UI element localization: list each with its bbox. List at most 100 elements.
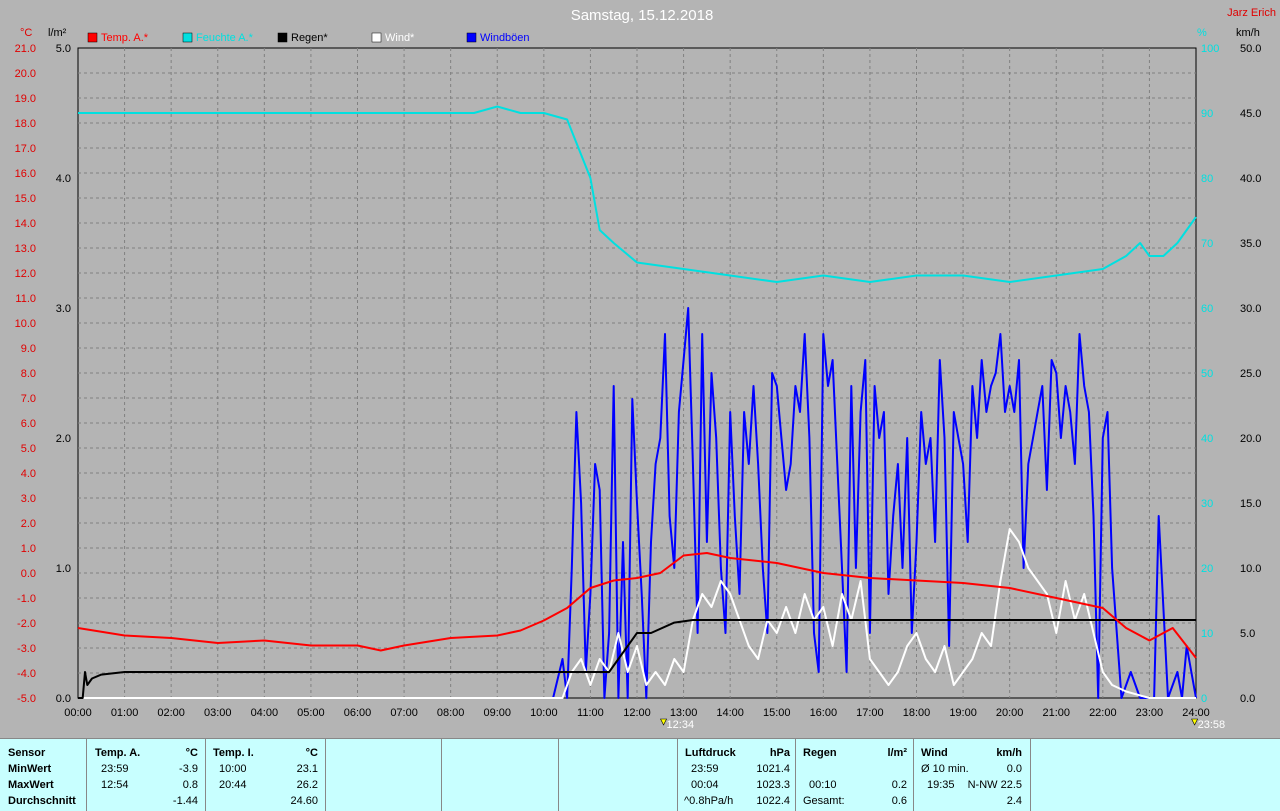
weather-chart: Samstag, 15.12.2018 Jarz Erich °C l/m² %…: [15, 7, 1276, 731]
rain-tick-label: 5.0: [56, 43, 71, 55]
wind-tick-label: 35.0: [1240, 238, 1261, 250]
humidity-tick-label: 70: [1201, 238, 1213, 250]
temp-i-max-time: 20:44: [219, 779, 247, 791]
temp-tick-label: 20.0: [15, 68, 36, 80]
temp-tick-label: 1.0: [21, 543, 36, 555]
humidity-tick-label: 80: [1201, 173, 1213, 185]
x-tick-label: 19:00: [949, 707, 977, 719]
x-tick-label: 08:00: [437, 707, 465, 719]
rain-max-time: 00:10: [809, 779, 837, 791]
wind-gust-value: N-NW 22.5: [967, 779, 1022, 791]
legend-label: Windböen: [480, 32, 530, 44]
wind-tick-label: 40.0: [1240, 173, 1261, 185]
x-tick-label: 11:00: [577, 707, 604, 719]
markers: 12:34 23:58: [660, 718, 1226, 731]
x-tick-label: 14:00: [716, 707, 744, 719]
rain-tick-label: 0.0: [56, 693, 71, 705]
legend-swatch: [371, 32, 382, 43]
humidity-tick-label: 20: [1201, 563, 1213, 575]
humidity-tick-label: 90: [1201, 108, 1213, 120]
wind-tick-label: 20.0: [1240, 433, 1261, 445]
temp-tick-label: 17.0: [15, 143, 36, 155]
legend-swatch: [182, 32, 193, 43]
humidity-unit-label: %: [1197, 27, 1207, 39]
temp-a-max-value: 0.8: [182, 779, 198, 791]
pressure-unit: hPa: [769, 747, 790, 759]
wind-tick-label: 45.0: [1240, 108, 1261, 120]
temp-i-max-value: 26.2: [296, 779, 318, 791]
x-tick-label: 17:00: [856, 707, 884, 719]
temp-tick-label: 19.0: [15, 93, 36, 105]
temp-i-min-time: 10:00: [219, 763, 247, 775]
humidity-tick-label: 50: [1201, 368, 1213, 380]
x-tick-label: 21:00: [1042, 707, 1070, 719]
x-tick-label: 13:00: [670, 707, 698, 719]
wind-avg-label: Ø 10 min.: [921, 763, 969, 775]
pressure-max-time: 00:04: [691, 779, 719, 791]
humidity-tick-label: 100: [1201, 43, 1219, 55]
legend-label: Temp. A.*: [101, 32, 149, 44]
temp-tick-label: 2.0: [21, 518, 36, 530]
wind-header: Wind: [921, 747, 948, 759]
rain-tick-label: 1.0: [56, 563, 71, 575]
temp-tick-label: -4.0: [17, 668, 36, 680]
temp-tick-label: 4.0: [21, 468, 36, 480]
temp-tick-label: -3.0: [17, 643, 36, 655]
legend-swatch: [466, 32, 477, 43]
temp-tick-label: 11.0: [15, 293, 36, 305]
rain-total-value: 0.6: [891, 795, 907, 807]
temp-tick-label: -5.0: [17, 693, 36, 705]
temp-tick-label: 14.0: [15, 218, 36, 230]
temp-tick-label: 12.0: [15, 268, 36, 280]
temp-tick-label: 21.0: [15, 43, 36, 55]
x-tick-label: 20:00: [996, 707, 1024, 719]
marker-label: 23:58: [1198, 719, 1226, 731]
wind-tick-label: 15.0: [1240, 498, 1261, 510]
rain-unit-label: l/m²: [48, 27, 67, 39]
temp-tick-label: 3.0: [21, 493, 36, 505]
x-tick-label: 04:00: [251, 707, 279, 719]
temp-tick-label: -1.0: [17, 593, 36, 605]
x-tick-label: 02:00: [157, 707, 185, 719]
humidity-tick-label: 40: [1201, 433, 1213, 445]
rain-tick-label: 3.0: [56, 303, 71, 315]
pressure-trend-label: ^0.8hPa/h: [684, 795, 734, 807]
temp-tick-label: 16.0: [15, 168, 36, 180]
wind-avg-value: 0.0: [1006, 763, 1022, 775]
marker-label: 12:34: [667, 719, 695, 731]
temp-a-max-time: 12:54: [101, 779, 129, 791]
temp-tick-label: 6.0: [21, 418, 36, 430]
legend-label: Wind*: [385, 32, 415, 44]
x-tick-label: 18:00: [903, 707, 931, 719]
wind-unit: km/h: [996, 747, 1022, 759]
temp-a-header: Temp. A.: [95, 747, 141, 759]
humidity-tick-label: 10: [1201, 628, 1213, 640]
wind-avg-day: 2.4: [1006, 795, 1022, 807]
wind-gust-time: 19:35: [927, 779, 955, 791]
wind-tick-label: 30.0: [1240, 303, 1261, 315]
temp-tick-label: 15.0: [15, 193, 36, 205]
rain-max-value: 0.2: [891, 779, 907, 791]
x-tick-label: 03:00: [204, 707, 232, 719]
temp-tick-label: 13.0: [15, 243, 36, 255]
temp-a-unit: °C: [185, 747, 198, 759]
legend-label: Feuchte A.*: [196, 32, 254, 44]
x-tick-label: 07:00: [390, 707, 418, 719]
row-label-max: MaxWert: [8, 779, 54, 791]
temp-tick-label: 5.0: [21, 443, 36, 455]
x-tick-label: 24:00: [1182, 707, 1210, 719]
pressure-trend-value: 1022.4: [756, 795, 790, 807]
rain-tick-label: 4.0: [56, 173, 71, 185]
temp-i-unit: °C: [305, 747, 318, 759]
temp-a-min-time: 23:59: [101, 763, 129, 775]
x-tick-label: 12:00: [623, 707, 651, 719]
temp-tick-label: -2.0: [17, 618, 36, 630]
temp-tick-label: 9.0: [21, 343, 36, 355]
temp-i-header: Temp. I.: [213, 747, 254, 759]
row-label-sensor: Sensor: [8, 747, 46, 759]
legend-label: Regen*: [291, 32, 328, 44]
wind-tick-label: 50.0: [1240, 43, 1261, 55]
row-label-avg: Durchschnitt: [8, 795, 76, 807]
wind-tick-label: 10.0: [1240, 563, 1261, 575]
temp-i-avg: 24.60: [290, 795, 318, 807]
